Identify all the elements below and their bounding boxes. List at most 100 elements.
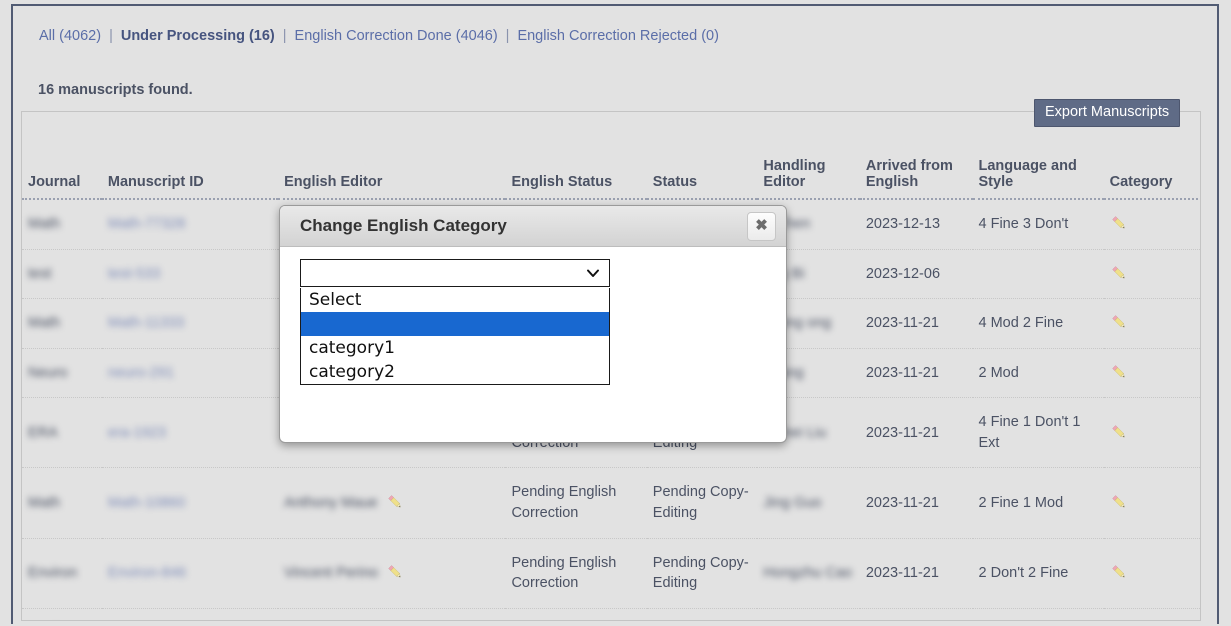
- cell-english-status: Pending English Correction: [505, 538, 646, 608]
- cell-category: [1104, 249, 1201, 299]
- manuscript-id-link[interactable]: Math-10860: [108, 495, 185, 511]
- cell-status: Pending Copy-Editing: [647, 468, 758, 538]
- cell-manuscript-id: Math-77328: [102, 199, 278, 249]
- cell-manuscript-id: Math-10860: [102, 468, 278, 538]
- cell-handling-editor: Ruqia Nie: [757, 608, 859, 621]
- filter-tab-1[interactable]: All (4062): [39, 28, 101, 44]
- cell-language-and-style: 4 Mod 2 Fine: [973, 299, 1104, 349]
- edit-category-icon[interactable]: [1110, 493, 1128, 511]
- edit-category-icon[interactable]: [1110, 264, 1128, 282]
- edit-category-icon[interactable]: [1110, 363, 1128, 381]
- cell-manuscript-id: Public_Health-1152: [102, 608, 278, 621]
- cell-english-editor: Kiley Kesterson: [278, 608, 505, 621]
- cell-language-and-style: 4 Fine 1 Don't 1 Ext: [973, 398, 1104, 468]
- cell-arrived-from-english: 2023-11-21: [860, 299, 973, 349]
- filter-separator: |: [283, 28, 287, 44]
- cell-language-and-style: [973, 249, 1104, 299]
- cell-category: [1104, 608, 1201, 621]
- cell-english-editor: Vincent Perino: [278, 538, 505, 608]
- cell-category: [1104, 398, 1201, 468]
- cell-arrived-from-english: 2023-11-21: [860, 468, 973, 538]
- cell-category: [1104, 538, 1201, 608]
- cell-arrived-from-english: 2023-11-21: [860, 608, 973, 621]
- manuscript-id-link[interactable]: Math-11333: [108, 315, 184, 331]
- cell-english-status: Pending English Correction: [505, 468, 646, 538]
- column-header-english-status[interactable]: English Status: [505, 112, 646, 199]
- change-english-category-dialog: Change English Category ✖ Select categor…: [279, 205, 787, 443]
- filter-separator: |: [506, 28, 510, 44]
- table-row: Public HealthPublic_Health-1152Kiley Kes…: [22, 608, 1201, 621]
- cell-handling-editor: Jing Guo: [757, 468, 859, 538]
- column-header-handling-editor[interactable]: Handling Editor: [757, 112, 859, 199]
- category-option-3[interactable]: category1: [301, 336, 609, 360]
- manuscript-id-link[interactable]: neuro-291: [108, 365, 174, 381]
- cell-arrived-from-english: 2023-11-21: [860, 348, 973, 398]
- cell-manuscript-id: Environ-846: [102, 538, 278, 608]
- filter-tab-2[interactable]: Under Processing (16): [121, 28, 275, 44]
- column-header-manuscript-id[interactable]: Manuscript ID: [102, 112, 278, 199]
- journal-name: test: [28, 266, 51, 282]
- table-row: Math Math-10860 Anthony Maue Pending Englis…: [22, 468, 1201, 538]
- column-header-status[interactable]: Status: [647, 112, 758, 199]
- edit-english-editor-icon[interactable]: [386, 493, 404, 511]
- cell-manuscript-id: test-533: [102, 249, 278, 299]
- cell-journal: Neuro: [22, 348, 102, 398]
- cell-english-editor: Anthony Maue: [278, 468, 505, 538]
- manuscript-id-link[interactable]: era-1923: [108, 425, 166, 441]
- column-header-english-editor[interactable]: English Editor: [278, 112, 505, 199]
- cell-english-status: Pending English Correction: [505, 608, 646, 621]
- cell-language-and-style: 1 Fine 2 Mod: [973, 608, 1104, 621]
- cell-category: [1104, 299, 1201, 349]
- cell-journal: Public Health: [22, 608, 102, 621]
- journal-name: Neuro: [28, 365, 68, 381]
- table-header-row: Journal Manuscript ID English Editor Eng…: [22, 112, 1201, 199]
- cell-arrived-from-english: 2023-12-13: [860, 199, 973, 249]
- cell-category: [1104, 468, 1201, 538]
- manuscript-id-link[interactable]: Math-77328: [108, 216, 185, 232]
- english-editor-name: Vincent Perino: [284, 565, 378, 581]
- handling-editor-name: Hongzhu Cao: [763, 565, 852, 581]
- cell-language-and-style: 2 Mod: [973, 348, 1104, 398]
- category-option-4[interactable]: category2: [301, 360, 609, 384]
- application-window: All (4062) | Under Processing (16) | English…: [11, 4, 1219, 624]
- category-option-2[interactable]: [301, 312, 609, 336]
- edit-category-icon[interactable]: [1110, 423, 1128, 441]
- journal-name: ERA: [28, 425, 58, 441]
- manuscript-filter-tabs: All (4062) | Under Processing (16) | English…: [39, 28, 719, 44]
- results-count-label: 16 manuscripts found.: [38, 82, 193, 98]
- cell-category: [1104, 199, 1201, 249]
- filter-separator: |: [109, 28, 113, 44]
- handling-editor-name: Jing Guo: [763, 495, 821, 511]
- cell-manuscript-id: neuro-291: [102, 348, 278, 398]
- export-manuscripts-button[interactable]: Export Manuscripts: [1034, 99, 1180, 127]
- category-option-list[interactable]: Select category1category2: [300, 288, 610, 385]
- dialog-title: Change English Category: [300, 216, 507, 236]
- filter-tab-4[interactable]: English Correction Rejected (0): [517, 28, 718, 44]
- close-icon[interactable]: ✖: [747, 212, 776, 241]
- journal-name: Math: [28, 216, 60, 232]
- table-row: Environ Environ-846 Vincent Perino Pending …: [22, 538, 1201, 608]
- edit-category-icon[interactable]: [1110, 313, 1128, 331]
- edit-category-icon[interactable]: [1110, 214, 1128, 232]
- cell-arrived-from-english: 2023-11-21: [860, 398, 973, 468]
- manuscript-id-link[interactable]: test-533: [108, 266, 160, 282]
- cell-category: [1104, 348, 1201, 398]
- dialog-body: Select category1category2: [280, 247, 786, 299]
- cell-journal: Math: [22, 468, 102, 538]
- filter-tab-3[interactable]: English Correction Done (4046): [295, 28, 498, 44]
- cell-arrived-from-english: 2023-11-21: [860, 538, 973, 608]
- dialog-header: Change English Category ✖: [280, 206, 786, 247]
- cell-manuscript-id: Math-11333: [102, 299, 278, 349]
- column-header-arrived-from-english[interactable]: Arrived from English: [860, 112, 973, 199]
- english-editor-name: Anthony Maue: [284, 495, 378, 511]
- cell-handling-editor: Hongzhu Cao: [757, 538, 859, 608]
- cell-manuscript-id: era-1923: [102, 398, 278, 468]
- edit-category-icon[interactable]: [1110, 563, 1128, 581]
- cell-journal: Environ: [22, 538, 102, 608]
- manuscript-id-link[interactable]: Environ-846: [108, 565, 186, 581]
- column-header-journal[interactable]: Journal: [22, 112, 102, 199]
- category-select[interactable]: [300, 259, 610, 287]
- cell-journal: Math: [22, 299, 102, 349]
- edit-english-editor-icon[interactable]: [386, 563, 404, 581]
- category-option-1[interactable]: Select: [301, 288, 609, 312]
